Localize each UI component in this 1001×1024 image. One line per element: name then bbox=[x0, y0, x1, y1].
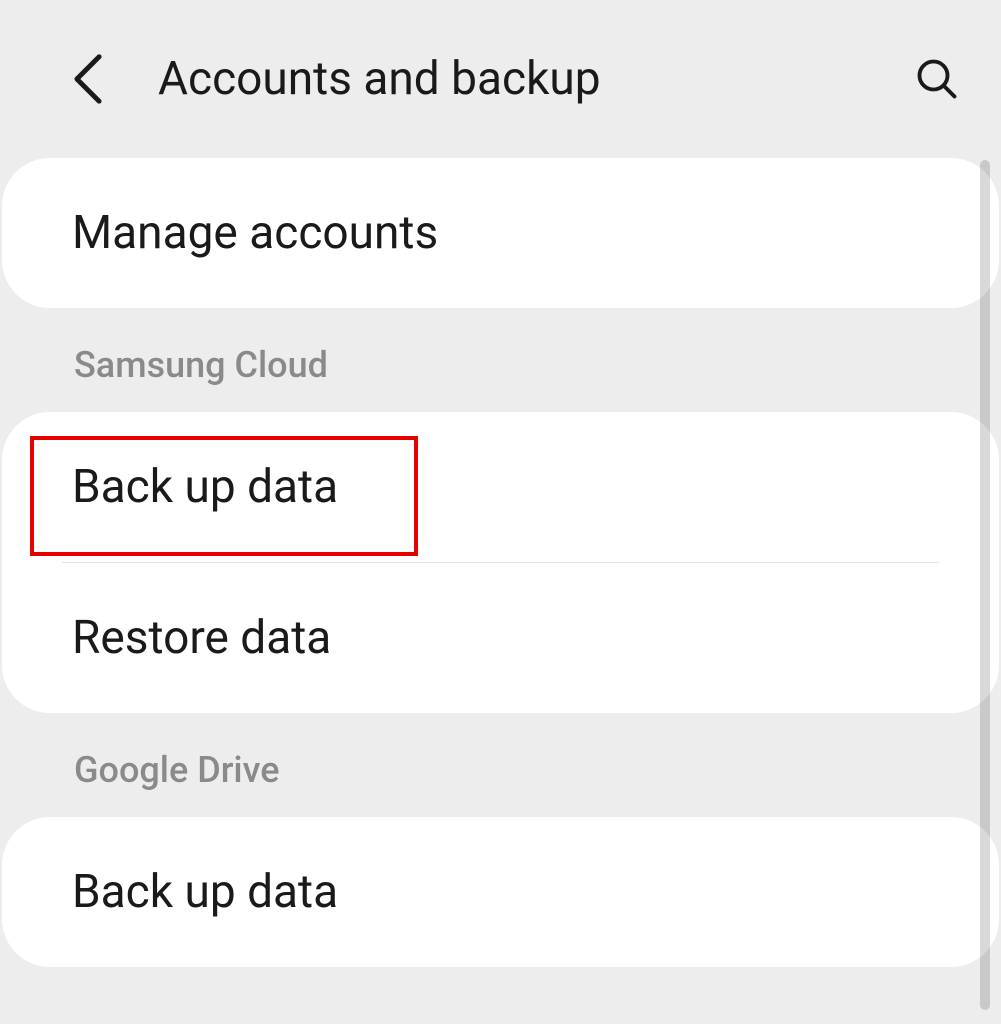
google-drive-card: Back up data bbox=[2, 817, 999, 967]
chevron-left-icon bbox=[71, 54, 105, 104]
section-header-samsung-cloud: Samsung Cloud bbox=[0, 308, 1001, 412]
back-button[interactable] bbox=[64, 55, 112, 103]
header: Accounts and backup bbox=[0, 0, 1001, 158]
section-header-google-drive: Google Drive bbox=[0, 713, 1001, 817]
page-title: Accounts and backup bbox=[158, 52, 909, 106]
list-item-manage-accounts[interactable]: Manage accounts bbox=[2, 158, 999, 308]
list-item-label: Back up data bbox=[72, 460, 929, 514]
list-item-restore-data[interactable]: Restore data bbox=[2, 563, 999, 713]
samsung-cloud-card: Back up data Restore data bbox=[2, 412, 999, 713]
scrollbar[interactable] bbox=[980, 160, 990, 1010]
content-area: Manage accounts Samsung Cloud Back up da… bbox=[0, 158, 1001, 967]
search-icon bbox=[916, 58, 958, 100]
list-item-back-up-data-samsung[interactable]: Back up data bbox=[2, 412, 999, 562]
list-item-label: Manage accounts bbox=[72, 206, 929, 260]
list-item-back-up-data-google[interactable]: Back up data bbox=[2, 817, 999, 967]
top-card: Manage accounts bbox=[2, 158, 999, 308]
search-button[interactable] bbox=[909, 51, 965, 107]
list-item-label: Back up data bbox=[72, 865, 929, 919]
list-item-label: Restore data bbox=[72, 611, 929, 665]
